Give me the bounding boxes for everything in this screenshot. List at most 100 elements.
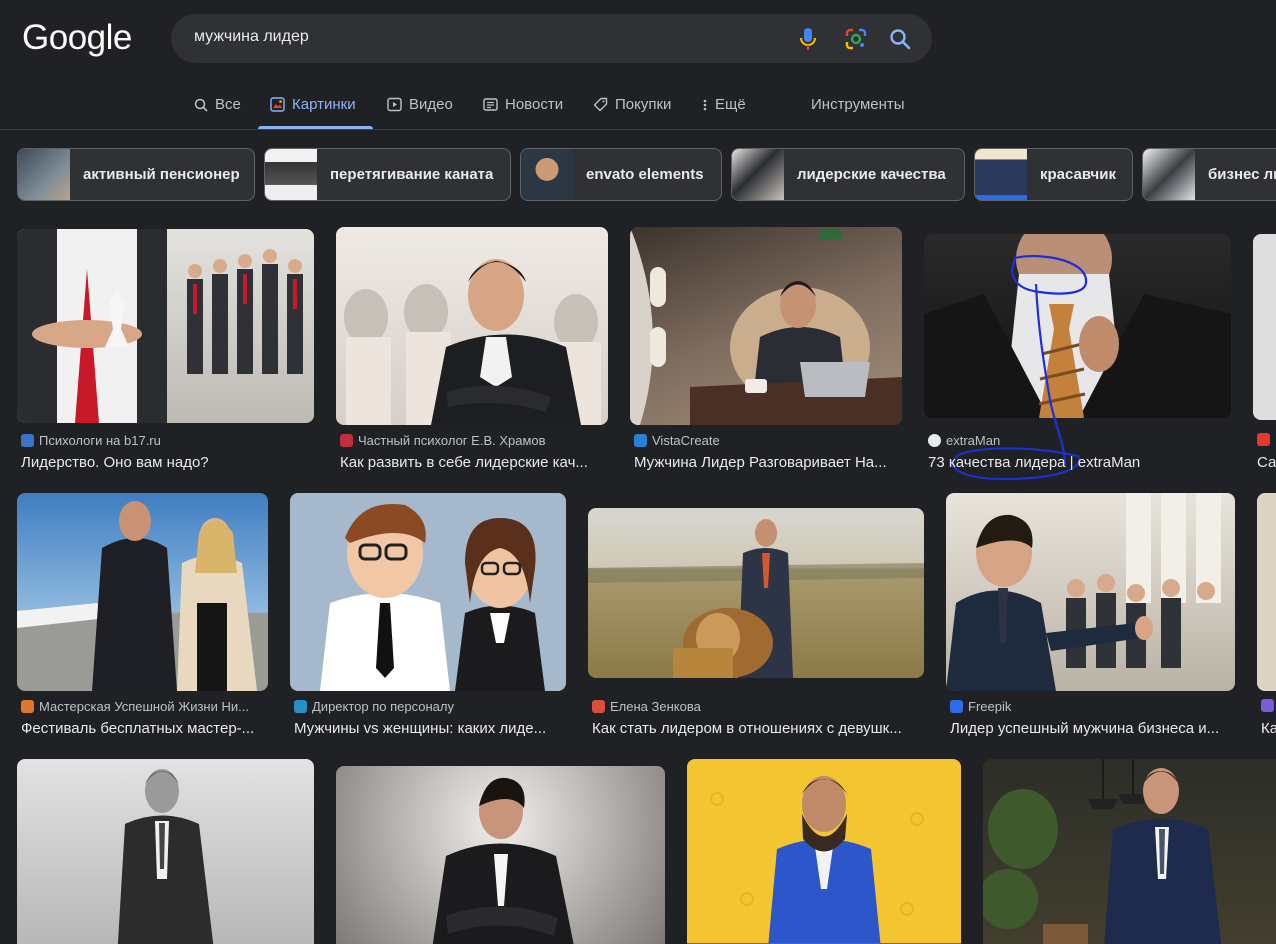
chip-thumbnail — [732, 149, 784, 200]
result-source[interactable] — [1257, 433, 1276, 446]
result-image[interactable] — [1257, 493, 1276, 691]
image-placeholder — [983, 759, 1222, 944]
image-placeholder — [687, 776, 961, 944]
result-image[interactable] — [588, 508, 924, 678]
result-image[interactable] — [290, 493, 566, 691]
result-title[interactable]: Фестиваль бесплатных мастер-... — [21, 720, 268, 737]
result-source[interactable]: Психологи на b17.ru — [21, 433, 311, 448]
result-title[interactable]: Са — [1257, 454, 1276, 471]
result-image[interactable] — [336, 766, 665, 944]
google-lens-icon[interactable] — [843, 26, 869, 52]
result-source-label: Директор по персоналу — [312, 699, 454, 714]
result-source-label: Freepik — [968, 699, 1012, 714]
result-image[interactable] — [946, 493, 1235, 691]
result-title[interactable]: Лидер успешный мужчина бизнеса и... — [950, 720, 1235, 737]
related-chip[interactable]: красавчик — [974, 148, 1133, 201]
tab-shopping[interactable]: Покупки — [593, 96, 671, 113]
microphone-icon[interactable] — [795, 26, 821, 52]
result-source-label: Елена Зенкова — [610, 699, 701, 714]
image-placeholder — [344, 259, 601, 425]
video-icon — [387, 97, 402, 112]
tools-button[interactable]: Инструменты — [811, 96, 905, 113]
result-source[interactable]: extraMan — [928, 433, 1228, 448]
result-source-label: VistaCreate — [652, 433, 720, 448]
result-title[interactable]: Как стать лидером в отношениях с девушк.… — [592, 720, 924, 737]
result-source-label: extraMan — [946, 433, 1001, 448]
chip-thumbnail — [18, 149, 70, 200]
tab-images[interactable]: Картинки — [270, 96, 356, 113]
site-favicon-icon — [950, 700, 963, 713]
tab-shopping-label: Покупки — [615, 96, 672, 113]
chip-label: перетягивание каната — [330, 166, 494, 183]
tag-icon — [593, 97, 608, 112]
image-placeholder — [17, 501, 257, 691]
site-favicon-icon — [1261, 699, 1274, 712]
image-placeholder — [17, 229, 303, 423]
related-chip[interactable]: перетягивание каната — [264, 148, 511, 201]
tab-news[interactable]: Новости — [483, 96, 563, 113]
image-placeholder — [432, 777, 574, 944]
result-title[interactable]: Как развить в себе лидерские кач... — [340, 454, 608, 471]
tab-video[interactable]: Видео — [387, 96, 453, 113]
result-image[interactable] — [17, 759, 314, 944]
result-image[interactable] — [17, 229, 314, 423]
chip-label: активный пенсионер — [83, 166, 240, 183]
search-icon[interactable] — [887, 26, 913, 52]
image-icon — [270, 97, 285, 112]
related-chip[interactable]: бизнес лидер — [1142, 148, 1276, 201]
tab-all[interactable]: Все — [194, 96, 241, 113]
image-placeholder — [320, 503, 545, 691]
chip-label: envato elements — [586, 166, 704, 183]
site-favicon-icon — [294, 700, 307, 713]
related-chip[interactable]: активный пенсионер — [17, 148, 255, 201]
result-title[interactable]: Мужчина Лидер Разговаривает На... — [634, 454, 902, 471]
image-placeholder — [117, 769, 214, 944]
related-chip[interactable]: envato elements — [520, 148, 722, 201]
tab-more[interactable]: Ещё — [702, 96, 746, 113]
result-source[interactable]: Мастерская Успешной Жизни Ни... — [21, 699, 268, 714]
image-placeholder — [946, 493, 1221, 691]
result-source-label: Мастерская Успешной Жизни Ни... — [39, 699, 249, 714]
result-image[interactable] — [1253, 234, 1276, 420]
result-title[interactable]: 73 качества лидера | extraMan — [928, 454, 1231, 471]
site-favicon-icon — [21, 434, 34, 447]
result-source[interactable]: VistaCreate — [634, 433, 902, 448]
image-placeholder — [588, 519, 924, 678]
result-image[interactable] — [687, 759, 961, 944]
tab-more-label: Ещё — [715, 96, 746, 113]
site-favicon-icon — [592, 700, 605, 713]
chip-thumbnail — [975, 149, 1027, 200]
result-source[interactable]: Freepik — [950, 699, 1235, 714]
chip-label: лидерские качества — [797, 166, 946, 183]
tab-news-label: Новости — [505, 96, 564, 113]
search-query[interactable]: мужчина лидер — [194, 28, 309, 46]
result-image[interactable] — [630, 227, 902, 425]
tools-label: Инструменты — [811, 96, 905, 113]
chip-thumbnail — [521, 149, 573, 200]
google-logo[interactable]: Google — [22, 18, 132, 58]
site-favicon-icon — [634, 434, 647, 447]
chip-label: бизнес лидер — [1208, 166, 1276, 183]
result-source-label: Психологи на b17.ru — [39, 433, 161, 448]
result-source[interactable] — [1261, 699, 1276, 712]
search-bar[interactable]: мужчина лидер — [171, 14, 932, 63]
result-title[interactable]: Ка — [1261, 720, 1276, 737]
image-placeholder — [630, 227, 902, 425]
result-source-label: Частный психолог Е.В. Храмов — [358, 433, 546, 448]
search-tabs: Все Картинки Видео Новости Покупки Ещё И… — [0, 86, 1276, 130]
result-source[interactable]: Елена Зенкова — [592, 699, 924, 714]
result-image[interactable] — [17, 493, 268, 691]
active-tab-indicator — [258, 126, 373, 129]
pen-annotation — [951, 254, 1088, 481]
result-source[interactable]: Директор по персоналу — [294, 699, 566, 714]
result-image[interactable] — [336, 227, 608, 425]
result-title[interactable]: Лидерство. Оно вам надо? — [21, 454, 314, 471]
result-source[interactable]: Частный психолог Е.В. Храмов — [340, 433, 608, 448]
chip-label: красавчик — [1040, 166, 1116, 183]
site-favicon-icon — [1257, 433, 1270, 446]
related-chip[interactable]: лидерские качества — [731, 148, 965, 201]
result-image[interactable] — [983, 759, 1276, 944]
more-vert-icon — [703, 99, 707, 110]
chip-thumbnail — [265, 149, 317, 200]
result-title[interactable]: Мужчины vs женщины: каких лиде... — [294, 720, 566, 737]
